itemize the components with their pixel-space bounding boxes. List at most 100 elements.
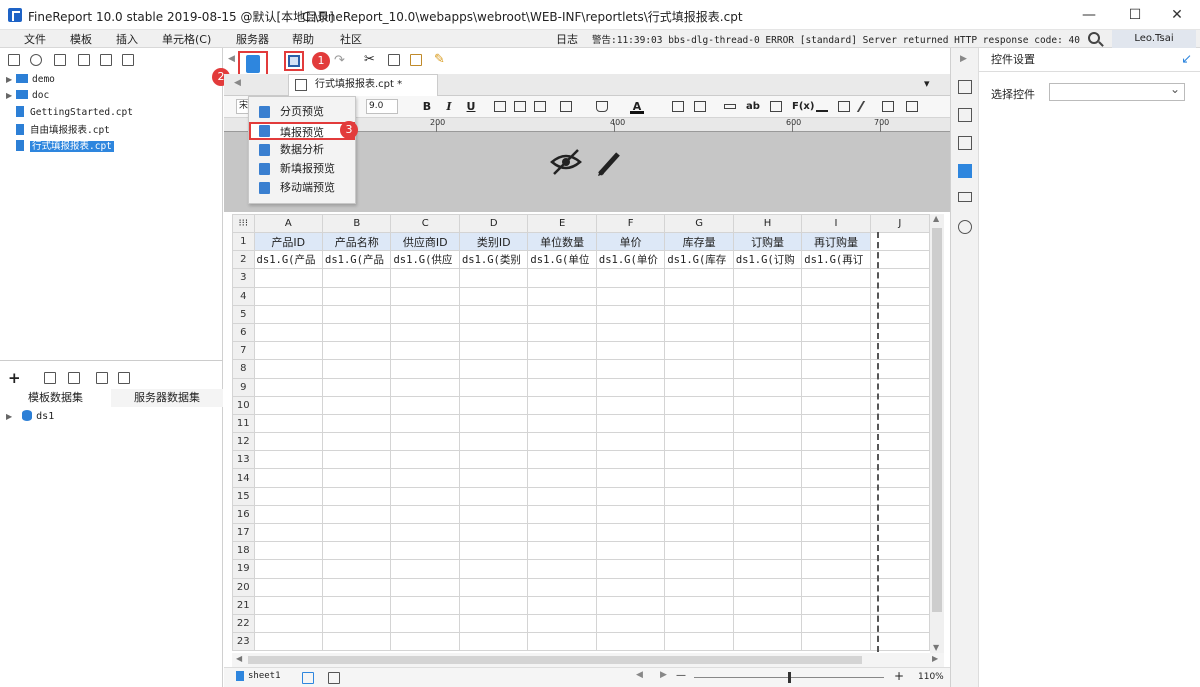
insert-slash-line-icon[interactable] xyxy=(856,101,876,112)
grid-cell[interactable] xyxy=(322,341,392,361)
align-right-icon[interactable] xyxy=(534,101,546,112)
grid-cell[interactable] xyxy=(801,632,871,652)
grid-cell[interactable] xyxy=(390,359,460,379)
grid-cell[interactable] xyxy=(322,432,392,452)
grid-cell[interactable] xyxy=(869,377,930,397)
grid-cell[interactable] xyxy=(458,268,529,288)
grid-cell[interactable] xyxy=(869,504,930,525)
grid-cell[interactable] xyxy=(253,559,324,579)
grid-cell[interactable] xyxy=(869,613,930,634)
grid-cell[interactable] xyxy=(527,450,597,470)
widget-settings-icon[interactable] xyxy=(958,164,972,178)
grid-cell[interactable] xyxy=(527,632,597,652)
menu-item-new-fill-preview[interactable]: 新填报预览 xyxy=(249,160,355,178)
grid-cell[interactable] xyxy=(527,286,597,306)
grid-cell[interactable] xyxy=(801,395,871,415)
paste-icon[interactable] xyxy=(410,54,422,66)
scroll-down-icon[interactable]: ▼ xyxy=(933,643,939,652)
border-icon[interactable] xyxy=(560,101,572,112)
preview-dataset-icon[interactable] xyxy=(96,372,108,384)
grid-cell[interactable] xyxy=(458,486,529,506)
sheet-next-icon[interactable]: ▶ xyxy=(660,670,667,680)
new-folder-icon[interactable] xyxy=(8,54,20,66)
grid-cell[interactable] xyxy=(732,432,803,452)
grid-cell[interactable] xyxy=(322,632,392,652)
grid-cell[interactable] xyxy=(322,522,392,543)
grid-cell[interactable] xyxy=(869,559,930,579)
grid-cell[interactable] xyxy=(458,577,529,597)
row-header[interactable]: 7 xyxy=(232,341,255,361)
grid-cell[interactable] xyxy=(664,486,734,506)
parameter-icon[interactable] xyxy=(118,372,130,384)
grid-cell[interactable] xyxy=(253,432,324,452)
tree-item-free-fill-report[interactable]: 自由填报报表.cpt xyxy=(6,122,110,138)
grid-cell[interactable] xyxy=(595,432,666,452)
grid-cell[interactable] xyxy=(664,613,734,634)
menu-item-mobile-preview[interactable]: 移动端预览 xyxy=(249,179,355,197)
tab-server-dataset[interactable]: 服务器数据集 xyxy=(111,389,223,407)
grid-cell[interactable] xyxy=(595,450,666,470)
panel-divider[interactable] xyxy=(0,360,223,368)
grid-cell[interactable] xyxy=(801,377,871,397)
grid-cell[interactable] xyxy=(527,413,597,434)
grid-cell[interactable] xyxy=(253,413,324,434)
grid-cell[interactable] xyxy=(869,413,930,434)
grid-cell[interactable] xyxy=(595,595,666,615)
grid-cell[interactable] xyxy=(801,577,871,597)
grid-cell[interactable] xyxy=(458,504,529,525)
scroll-thumb[interactable] xyxy=(932,228,942,612)
font-size-select[interactable]: 9.0 xyxy=(366,99,398,114)
grid-cell[interactable] xyxy=(732,632,803,652)
grid-cell[interactable] xyxy=(869,304,930,324)
grid-cell[interactable] xyxy=(527,304,597,324)
grid-cell[interactable] xyxy=(732,359,803,379)
grid-cell[interactable] xyxy=(664,413,734,434)
tab-scroll-left-icon[interactable]: ◀ xyxy=(234,78,241,88)
sheet-prev-icon[interactable]: ◀ xyxy=(636,670,643,680)
grid-cell[interactable] xyxy=(458,359,529,379)
collapse-left-icon[interactable]: ◀ xyxy=(228,54,235,64)
grid-cell[interactable] xyxy=(458,395,529,415)
delete-dataset-icon[interactable] xyxy=(68,372,80,384)
row-header[interactable]: 23 xyxy=(232,632,255,652)
grid-cell[interactable]: 产品名称 xyxy=(322,231,392,252)
grid-cell[interactable] xyxy=(664,559,734,579)
menu-item-data-analysis[interactable]: 数据分析 xyxy=(249,141,355,159)
grid-cell[interactable] xyxy=(869,286,930,306)
grid-cell[interactable] xyxy=(595,577,666,597)
grid-cell[interactable] xyxy=(253,541,324,561)
column-header-E[interactable]: E xyxy=(527,214,597,233)
grid-cell[interactable] xyxy=(664,522,734,543)
grid-cell[interactable] xyxy=(253,377,324,397)
grid-cell[interactable]: ds1.G(单价 xyxy=(595,250,666,270)
grid-cell[interactable] xyxy=(801,268,871,288)
locate-icon[interactable] xyxy=(78,54,90,66)
row-header[interactable]: 16 xyxy=(232,504,255,525)
grid-cell[interactable] xyxy=(869,541,930,561)
add-sheet-icon[interactable] xyxy=(302,672,314,684)
grid-cell[interactable] xyxy=(253,268,324,288)
vertical-scrollbar[interactable]: ▲ ▼ xyxy=(930,214,944,654)
grid-cell[interactable] xyxy=(801,304,871,324)
grid-cell[interactable] xyxy=(527,504,597,525)
open-icon[interactable] xyxy=(54,54,66,66)
grid-cell[interactable] xyxy=(869,432,930,452)
column-header-F[interactable]: F xyxy=(595,214,666,233)
grid-cell[interactable] xyxy=(869,250,930,270)
grid-cell[interactable] xyxy=(458,322,529,343)
grid-cell[interactable] xyxy=(664,341,734,361)
row-header[interactable]: 2 xyxy=(232,250,255,270)
grid-cell[interactable] xyxy=(390,395,460,415)
menu-template[interactable]: 模板 xyxy=(70,31,92,47)
user-name[interactable]: Leo.Tsai xyxy=(1112,30,1196,48)
grid-cell[interactable] xyxy=(595,413,666,434)
grid-cell[interactable]: 产品ID xyxy=(253,231,324,252)
row-header[interactable]: 8 xyxy=(232,359,255,379)
grid-cell[interactable] xyxy=(390,541,460,561)
row-header[interactable]: 5 xyxy=(232,304,255,324)
grid-cell[interactable] xyxy=(732,486,803,506)
grid-cell[interactable] xyxy=(732,541,803,561)
copy-cell-icon[interactable] xyxy=(388,54,400,66)
grid-cell[interactable] xyxy=(595,268,666,288)
grid-cell[interactable] xyxy=(527,377,597,397)
